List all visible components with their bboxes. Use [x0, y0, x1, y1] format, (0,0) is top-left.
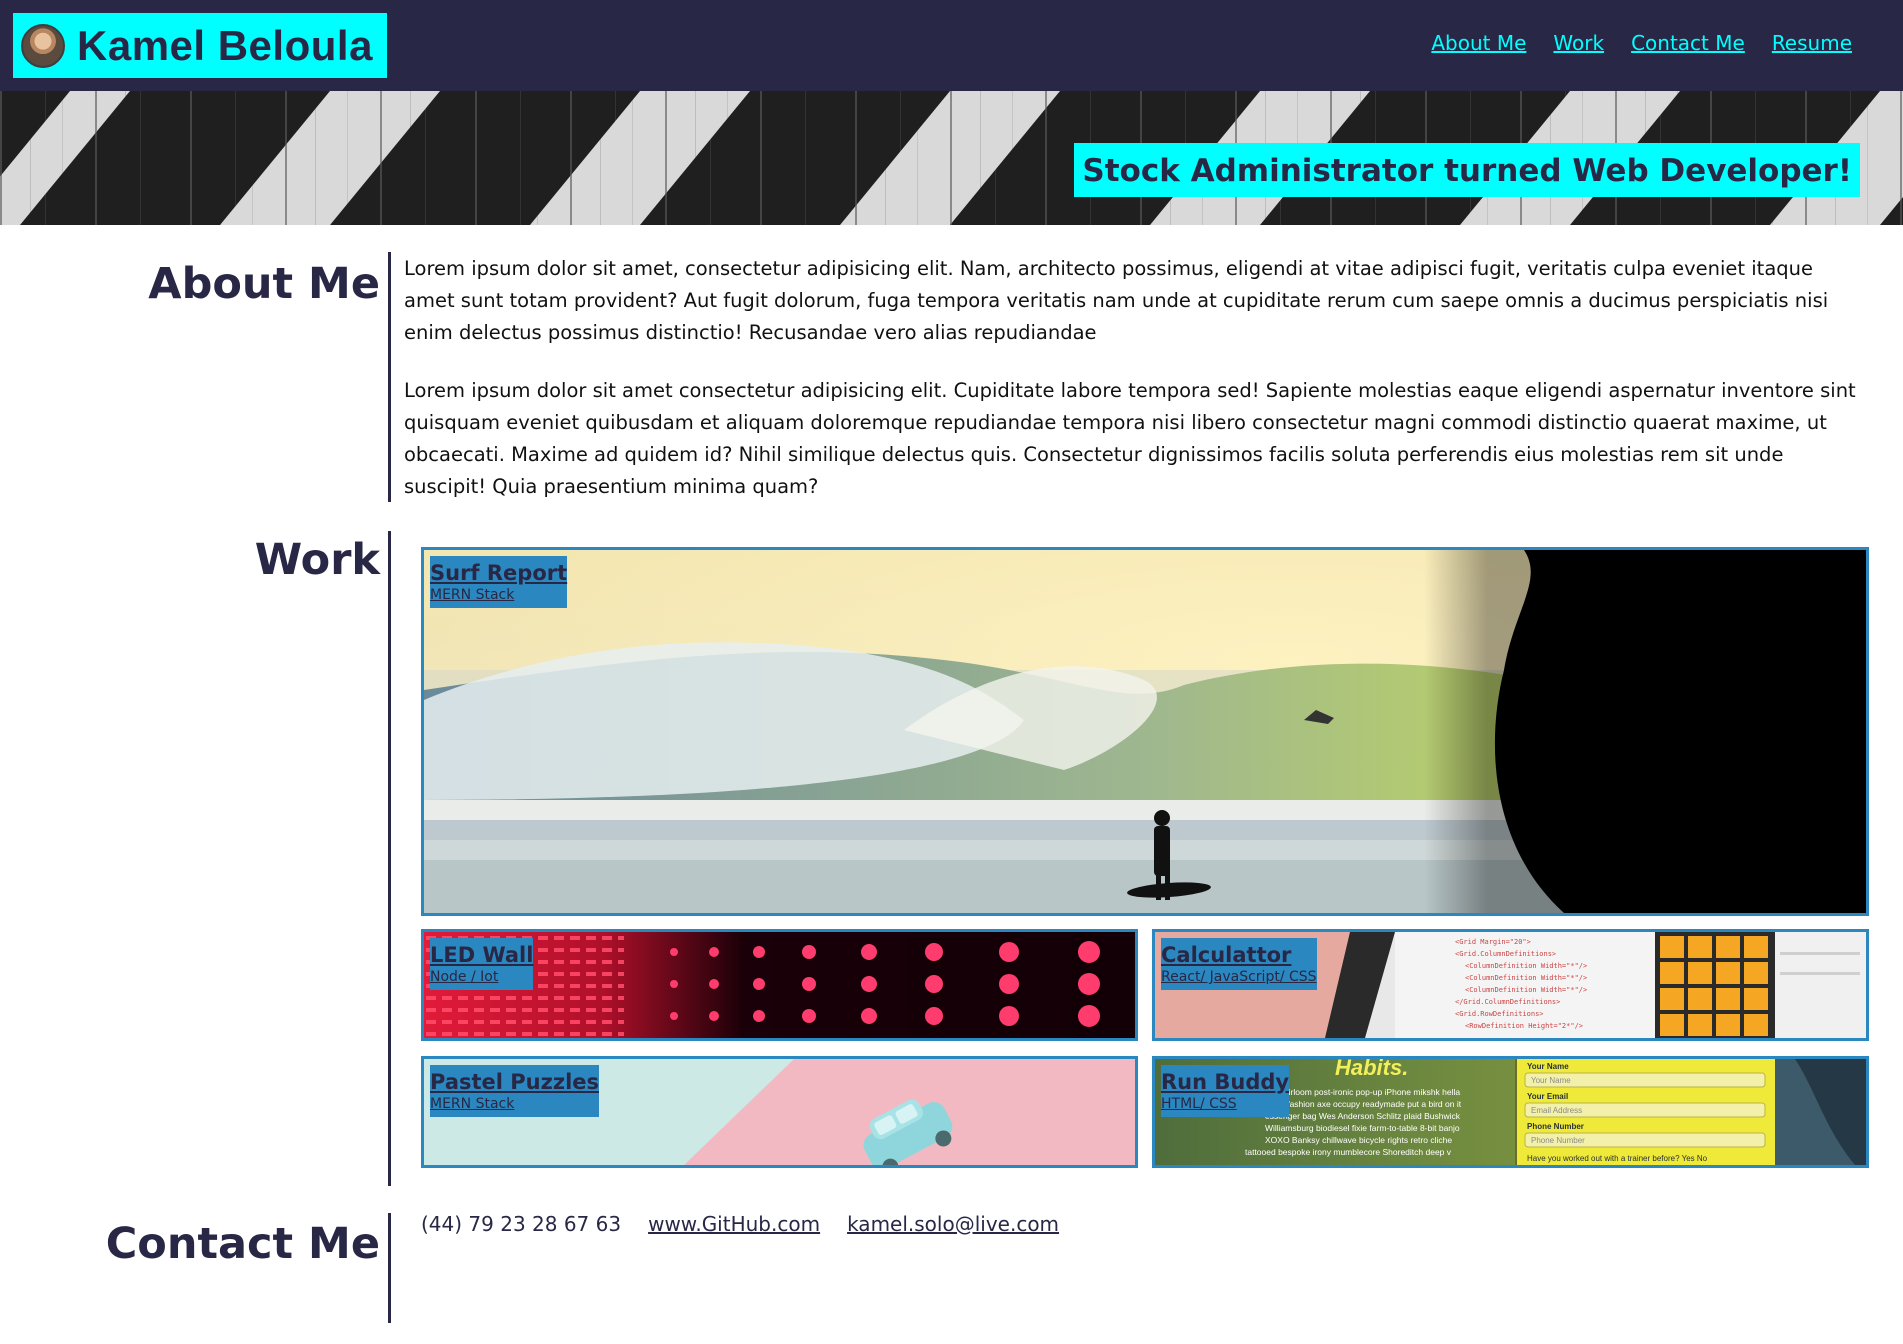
- hero-tagline: Stock Administrator turned Web Developer…: [1074, 143, 1860, 197]
- brand: Kamel Beloula: [13, 13, 387, 78]
- contact-section-title: Contact Me: [105, 1219, 380, 1269]
- project-card-surf-report[interactable]: Surf Report MERN Stack: [421, 547, 1869, 916]
- contact-info: (44) 79 23 28 67 63 www.GitHub.com kamel…: [421, 1212, 1059, 1236]
- svg-text:<Grid Margin="20">: <Grid Margin="20">: [1455, 938, 1531, 946]
- svg-text:<Grid.ColumnDefinitions>: <Grid.ColumnDefinitions>: [1455, 950, 1556, 958]
- svg-text:elfies fashion axe occupy read: elfies fashion axe occupy readymade put …: [1265, 1099, 1462, 1109]
- project-label: Run Buddy HTML/ CSS: [1161, 1065, 1290, 1117]
- project-card-pastel-puzzles[interactable]: Pastel Puzzles MERN Stack: [421, 1056, 1138, 1168]
- project-stack: React/ JavaScript/ CSS: [1161, 969, 1317, 985]
- svg-text:essenger bag Wes Anderson Schl: essenger bag Wes Anderson Schlitz plaid …: [1265, 1111, 1461, 1121]
- about-paragraph: Lorem ipsum dolor sit amet consectetur a…: [404, 379, 1856, 498]
- nav-link-contact-me[interactable]: Contact Me: [1631, 31, 1745, 55]
- project-stack: MERN Stack: [430, 587, 515, 603]
- project-label: Calculattor React/ JavaScript/ CSS: [1161, 938, 1317, 990]
- avatar: [21, 23, 65, 68]
- project-label: Surf Report MERN Stack: [430, 556, 568, 608]
- svg-text:<ColumnDefinition Width="*"/>: <ColumnDefinition Width="*"/>: [1465, 962, 1587, 970]
- project-title[interactable]: Pastel Puzzles: [430, 1069, 599, 1095]
- project-title[interactable]: Run Buddy: [1161, 1069, 1289, 1095]
- hero-banner: Stock Administrator turned Web Developer…: [0, 91, 1903, 225]
- site-title: Kamel Beloula: [77, 21, 373, 69]
- svg-text:Your Name: Your Name: [1527, 1062, 1569, 1071]
- main-nav: About Me Work Contact Me Resume: [1431, 31, 1852, 55]
- project-title[interactable]: Calculattor: [1161, 942, 1317, 968]
- svg-text:XOXO Banksy chillwave bicycle: XOXO Banksy chillwave bicycle rights ret…: [1265, 1135, 1452, 1145]
- project-image-surf: [424, 550, 1866, 913]
- svg-text:Email Address: Email Address: [1531, 1106, 1582, 1115]
- nav-link-resume[interactable]: Resume: [1772, 31, 1852, 55]
- svg-text:Habits.: Habits.: [1335, 1059, 1408, 1080]
- svg-text:Have you worked out with a tra: Have you worked out with a trainer befor…: [1527, 1154, 1708, 1163]
- svg-text:tattooed bespoke irony mumblec: tattooed bespoke irony mumblecore Shored…: [1245, 1147, 1452, 1157]
- top-navbar: Kamel Beloula About Me Work Contact Me R…: [0, 0, 1903, 91]
- about-paragraph: Lorem ipsum dolor sit amet, consectetur …: [404, 257, 1829, 344]
- svg-text:Your Name: Your Name: [1531, 1076, 1571, 1085]
- work-divider: [388, 531, 391, 1186]
- about-section-title: About Me: [148, 259, 380, 309]
- project-stack: HTML/ CSS: [1161, 1096, 1237, 1112]
- contact-divider: [388, 1213, 391, 1323]
- svg-text:<ColumnDefinition Width="*"/>: <ColumnDefinition Width="*"/>: [1465, 974, 1587, 982]
- nav-link-about-me[interactable]: About Me: [1431, 31, 1526, 55]
- about-text: Lorem ipsum dolor sit amet, consectetur …: [404, 253, 1866, 529]
- contact-email-link[interactable]: kamel.solo@live.com: [847, 1212, 1059, 1236]
- work-section-title: Work: [254, 535, 380, 585]
- svg-text:Williamsburg biodiesel fixie f: Williamsburg biodiesel fixie farm-to-tab…: [1265, 1123, 1460, 1133]
- project-card-run-buddy[interactable]: Habits. tan heirloom post-ironic pop-up …: [1152, 1056, 1869, 1168]
- contact-phone: (44) 79 23 28 67 63: [421, 1212, 622, 1236]
- contact-github-link[interactable]: www.GitHub.com: [648, 1212, 820, 1236]
- project-stack: MERN Stack: [430, 1096, 515, 1112]
- project-label: Pastel Puzzles MERN Stack: [430, 1065, 600, 1117]
- svg-text:<ColumnDefinition Width="*"/>: <ColumnDefinition Width="*"/>: [1465, 986, 1587, 994]
- svg-text:tan heirloom post-ironic pop-u: tan heirloom post-ironic pop-up iPhone m…: [1265, 1087, 1460, 1097]
- svg-text:</Grid.ColumnDefinitions>: </Grid.ColumnDefinitions>: [1455, 998, 1560, 1006]
- project-card-led-wall[interactable]: LED Wall Node / Iot: [421, 929, 1138, 1041]
- project-title[interactable]: LED Wall: [430, 942, 533, 968]
- svg-text:Phone Number: Phone Number: [1531, 1136, 1585, 1145]
- svg-text:Your Email: Your Email: [1527, 1092, 1568, 1101]
- svg-text:Phone Number: Phone Number: [1527, 1122, 1584, 1131]
- svg-text:<RowDefinition Height="2*"/>: <RowDefinition Height="2*"/>: [1465, 1022, 1583, 1030]
- about-divider: [388, 252, 391, 502]
- svg-text:<Grid.RowDefinitions>: <Grid.RowDefinitions>: [1455, 1010, 1544, 1018]
- nav-link-work[interactable]: Work: [1553, 31, 1604, 55]
- project-stack: Node / Iot: [430, 969, 499, 985]
- project-title[interactable]: Surf Report: [430, 560, 567, 586]
- project-label: LED Wall Node / Iot: [430, 938, 534, 990]
- project-card-calculattor[interactable]: <Grid Margin="20"> <Grid.ColumnDefinitio…: [1152, 929, 1869, 1041]
